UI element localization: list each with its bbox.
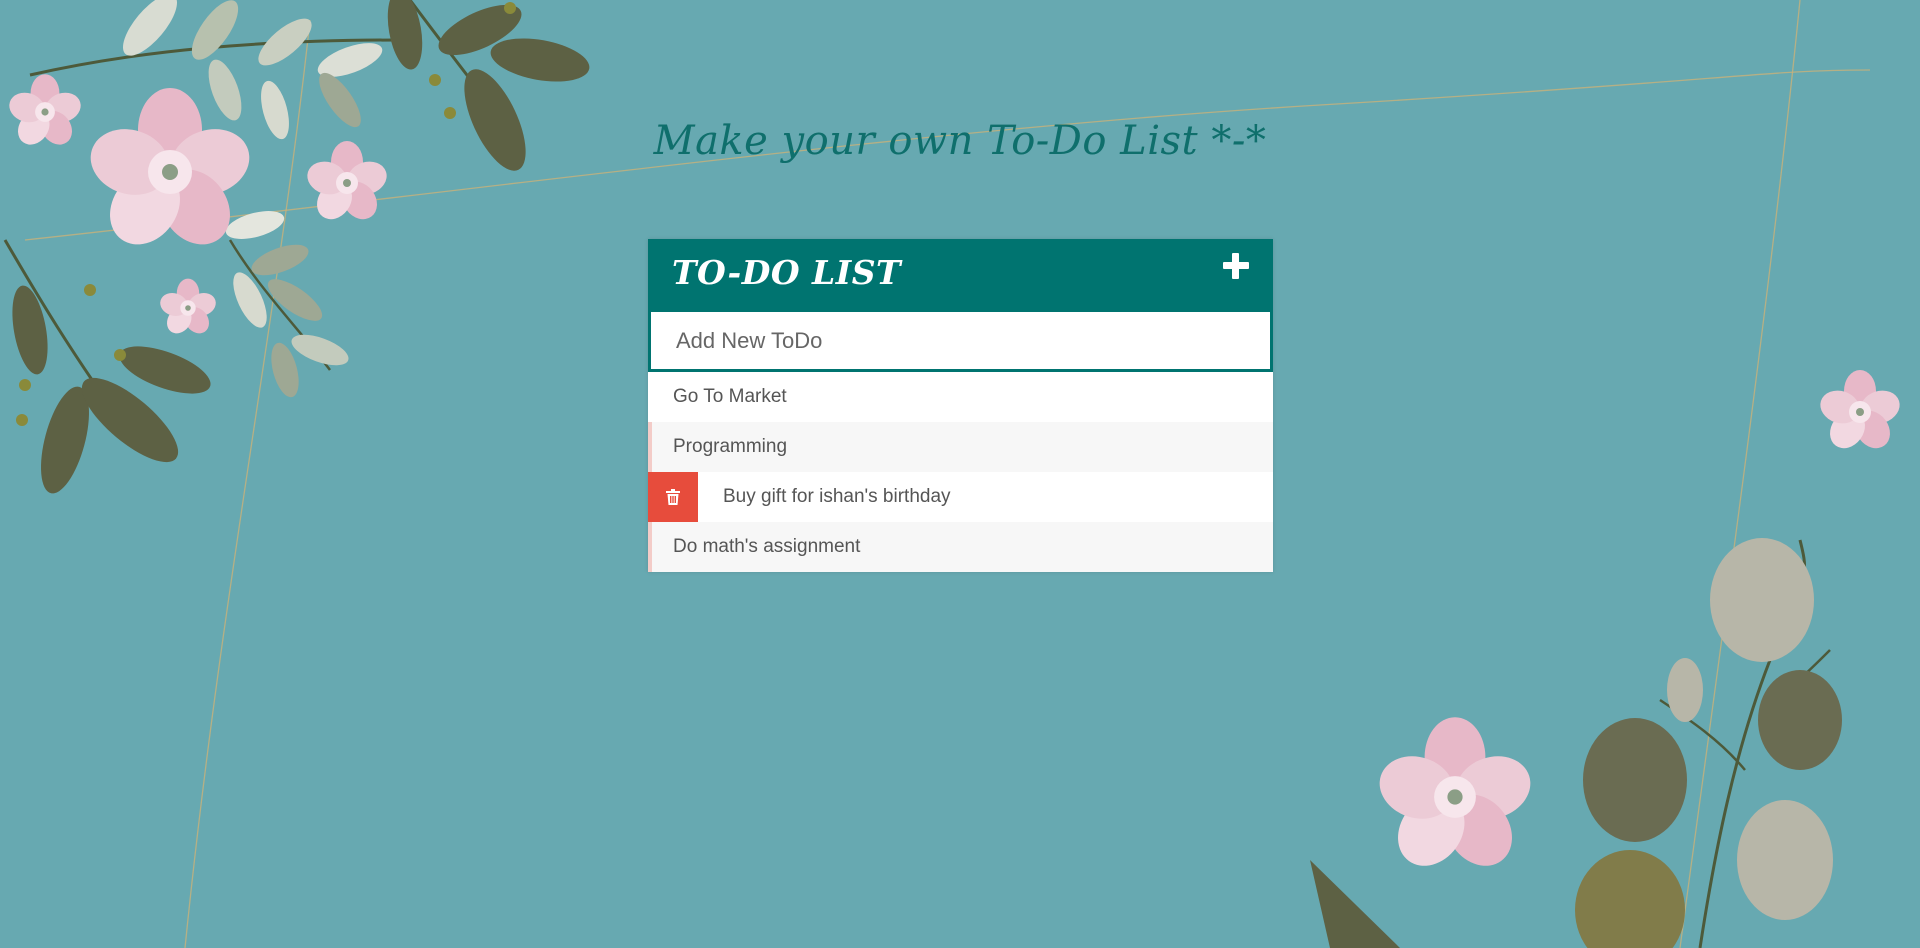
plus-icon[interactable]: [1221, 251, 1251, 281]
page-title: Make your own To-Do List *-*: [653, 118, 1267, 164]
todo-item-text: Programming: [673, 436, 788, 457]
todo-item[interactable]: Do math's assignment: [648, 522, 1273, 572]
todo-header: TO-DO LIST: [648, 239, 1273, 309]
todo-item[interactable]: Programming: [648, 422, 1273, 472]
delete-todo-button[interactable]: [648, 522, 652, 572]
todo-item-text: Do math's assignment: [673, 536, 861, 557]
todo-item-text: Go To Market: [673, 386, 787, 407]
trash-icon: [666, 489, 680, 505]
todo-card: TO-DO LIST Go To Market Pro: [648, 239, 1273, 572]
todo-heading: TO-DO LIST: [672, 253, 902, 292]
todo-item[interactable]: Buy gift for ishan's birthday: [648, 472, 1273, 522]
delete-todo-button[interactable]: [648, 422, 652, 472]
todo-list: Go To Market Programming Buy gift for is…: [648, 372, 1273, 572]
delete-todo-button[interactable]: [648, 472, 698, 522]
todo-item-text: Buy gift for ishan's birthday: [723, 486, 951, 507]
todo-item[interactable]: Go To Market: [648, 372, 1273, 422]
new-todo-input[interactable]: [648, 309, 1273, 372]
